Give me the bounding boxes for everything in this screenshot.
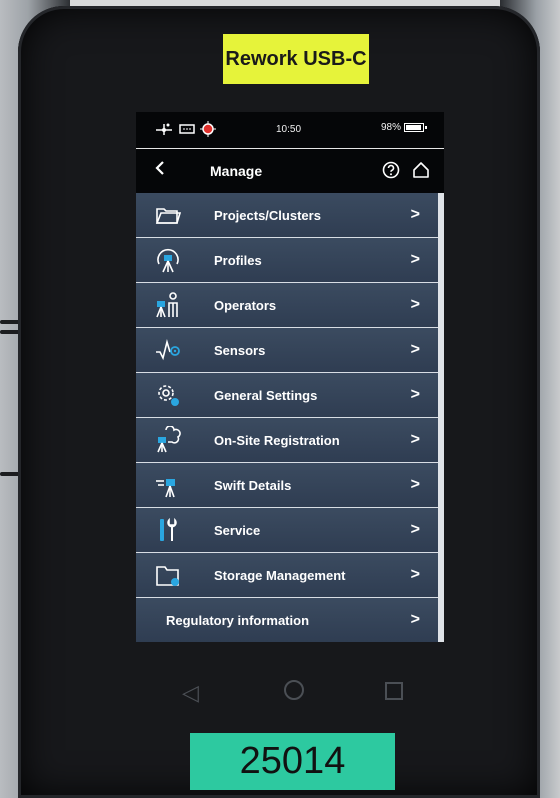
chevron-right-icon: > xyxy=(410,521,420,538)
top-sticker: Rework USB-C xyxy=(223,34,369,84)
menu-item-label: Storage Management xyxy=(214,567,346,583)
back-button[interactable] xyxy=(154,159,166,182)
menu-item-projects-clusters[interactable]: Projects/Clusters > xyxy=(136,193,438,238)
header: Manage xyxy=(136,149,444,193)
battery-icon xyxy=(404,123,427,132)
chevron-right-icon: > xyxy=(410,206,420,223)
chevron-left-icon xyxy=(155,161,164,175)
chevron-right-icon: > xyxy=(410,431,420,448)
gear-icon xyxy=(158,385,179,406)
status-time: 10:50 xyxy=(276,124,302,135)
nav-recent-icon[interactable] xyxy=(385,682,403,700)
bottom-sticker: 25014 xyxy=(190,733,395,790)
menu-item-storage-management[interactable]: Storage Management > xyxy=(136,553,438,598)
nav-home-icon[interactable] xyxy=(284,680,304,700)
sensor-icon xyxy=(156,338,180,361)
menu-item-label: Service xyxy=(214,522,261,538)
question-circle-icon xyxy=(382,161,400,179)
menu-item-operators[interactable]: Operators > xyxy=(136,283,438,328)
menu-item-label: Operators xyxy=(214,297,277,313)
scanner-icon xyxy=(156,479,175,498)
home-icon xyxy=(413,162,429,178)
menu-item-label: Regulatory information xyxy=(166,612,310,628)
target-error-icon xyxy=(200,121,216,137)
storage-icon xyxy=(156,566,179,586)
menu-item-label: General Settings xyxy=(214,387,318,403)
device-connection-icon xyxy=(179,124,195,134)
gps-icon xyxy=(156,123,172,135)
menu-item-regulatory-information[interactable]: Regulatory information > xyxy=(136,598,438,642)
manage-menu: Projects/Clusters > Profiles > Operators… xyxy=(136,193,438,642)
scrollbar[interactable] xyxy=(438,193,444,642)
menu-item-label: Swift Details xyxy=(214,477,292,493)
device-screen: 10:50 98% Manage Projects/Clusters > Pro… xyxy=(136,112,444,642)
battery-percent: 98% xyxy=(380,122,401,133)
profile-icon xyxy=(157,248,179,273)
page-title: Manage xyxy=(210,163,263,179)
nav-back-icon[interactable]: ◁ xyxy=(182,680,199,706)
chevron-right-icon: > xyxy=(410,476,420,493)
menu-item-service[interactable]: Service > xyxy=(136,508,438,553)
menu-item-general-settings[interactable]: General Settings > xyxy=(136,373,438,418)
menu-item-label: Sensors xyxy=(214,342,266,358)
menu-item-on-site-registration[interactable]: On-Site Registration > xyxy=(136,418,438,463)
chevron-right-icon: > xyxy=(410,341,420,358)
status-icons xyxy=(154,121,216,137)
menu-item-profiles[interactable]: Profiles > xyxy=(136,238,438,283)
operator-icon xyxy=(156,292,178,318)
menu-item-label: Profiles xyxy=(214,252,262,268)
menu-item-label: On-Site Registration xyxy=(214,432,340,448)
menu-item-label: Projects/Clusters xyxy=(214,207,321,223)
chevron-right-icon: > xyxy=(410,611,420,628)
chevron-right-icon: > xyxy=(410,386,420,403)
home-button[interactable] xyxy=(412,161,430,184)
chevron-right-icon: > xyxy=(410,566,420,583)
menu-item-sensors[interactable]: Sensors > xyxy=(136,328,438,373)
tools-icon xyxy=(160,517,177,541)
battery-status: 98% xyxy=(380,122,427,133)
chevron-right-icon: > xyxy=(410,251,420,268)
status-bar: 10:50 98% xyxy=(136,112,444,148)
folder-icon xyxy=(155,208,182,224)
menu-item-swift-details[interactable]: Swift Details > xyxy=(136,463,438,508)
android-navbar: ◁ xyxy=(160,680,420,710)
help-button[interactable] xyxy=(382,161,400,184)
chevron-right-icon: > xyxy=(410,296,420,313)
registration-icon xyxy=(157,426,181,453)
